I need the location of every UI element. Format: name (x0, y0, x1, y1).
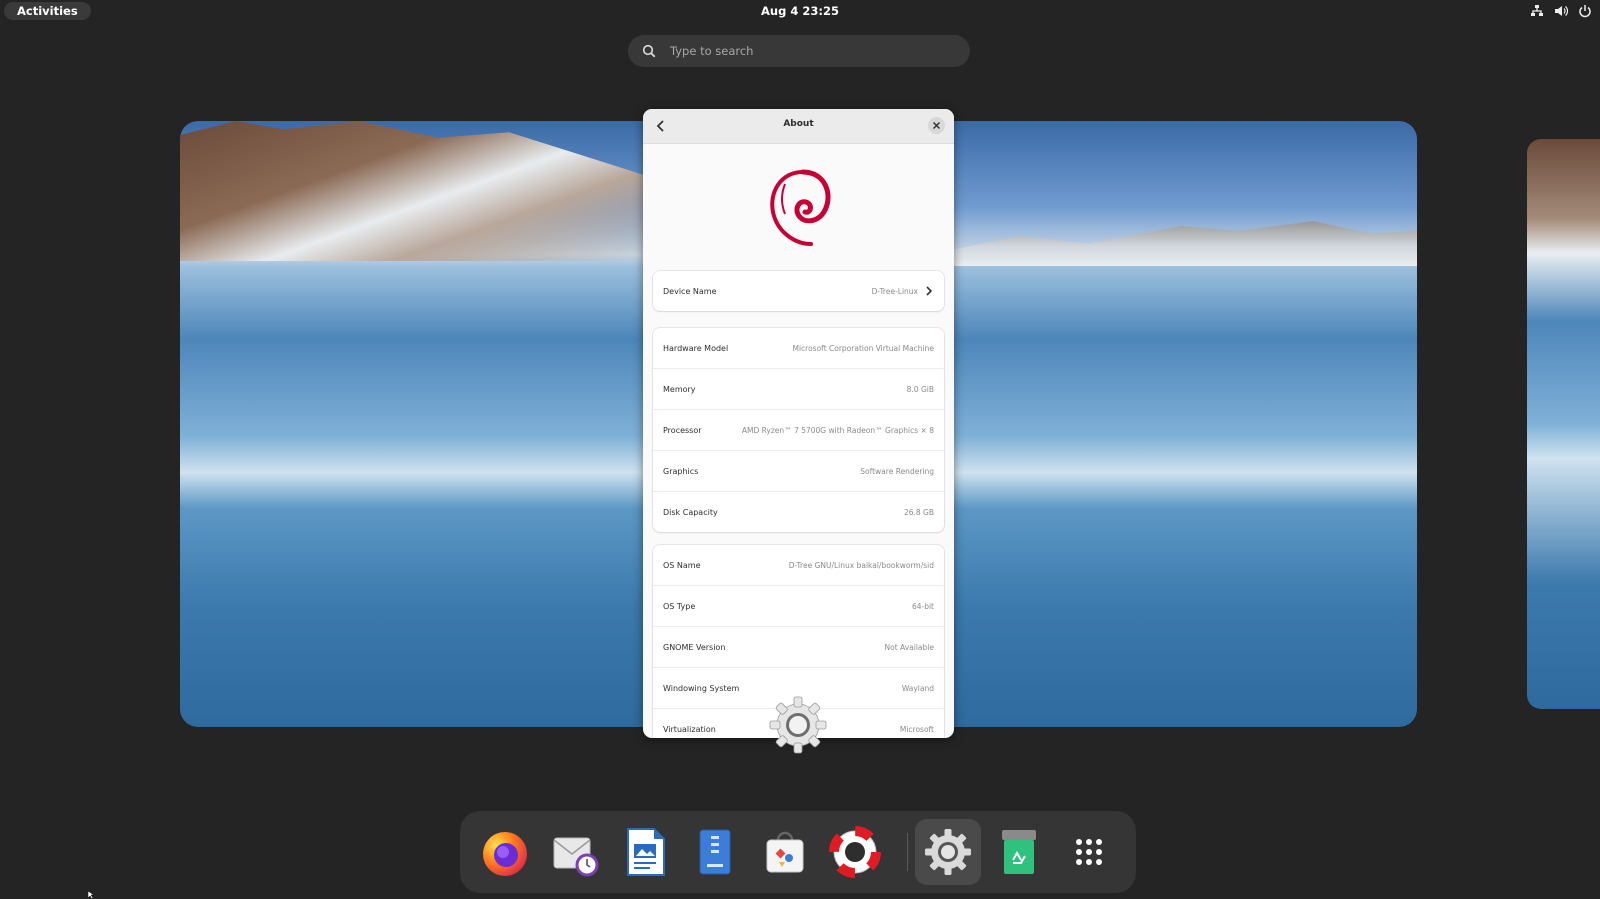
software-row-os-name[interactable]: OS Name D-Tree GNU/Linux baikal/bookworm… (653, 545, 944, 586)
row-label: Graphics (663, 466, 699, 476)
software-row-gnome-version[interactable]: GNOME Version Not Available (653, 627, 944, 668)
row-label: Memory (663, 384, 696, 394)
row-value: D-Tree GNU/Linux baikal/bookworm/sid (788, 560, 934, 570)
settings-window-badge-icon (769, 696, 827, 754)
software-row-os-type[interactable]: OS Type 64-bit (653, 586, 944, 627)
window-header: About (643, 109, 954, 144)
row-value: Wayland (901, 683, 934, 693)
row-value: Software Rendering (860, 466, 934, 476)
dock-item-show-apps[interactable] (1056, 819, 1122, 885)
network-icon[interactable] (1530, 3, 1544, 17)
evolution-mail-icon (553, 837, 599, 877)
row-label: Virtualization (663, 724, 716, 734)
clock-label[interactable]: Aug 4 23:25 (761, 4, 839, 18)
row-label: GNOME Version (663, 642, 726, 652)
dock-item-mail[interactable] (542, 819, 608, 885)
dock-item-software[interactable] (752, 819, 818, 885)
clock: Aug 4 23:25 (0, 3, 1600, 19)
hardware-row-hardware-model[interactable]: Hardware Model Microsoft Corporation Vir… (653, 328, 944, 369)
search-bar[interactable] (628, 35, 970, 67)
row-value: D-Tree-Linux (871, 286, 918, 296)
search-icon (642, 44, 656, 58)
row-value: Microsoft Corporation Virtual Machine (792, 343, 935, 353)
row-value: 64-bit (911, 601, 934, 611)
help-icon (829, 826, 881, 878)
settings-icon (925, 829, 971, 875)
wallpaper-mountains-right (947, 221, 1417, 266)
file-archiver-icon (699, 829, 731, 875)
power-icon[interactable] (1578, 3, 1592, 18)
dock (460, 811, 1136, 893)
firefox-icon (483, 832, 527, 876)
row-label: Disk Capacity (663, 507, 718, 517)
row-value: 8.0 GiB (906, 384, 934, 394)
window-title: About (783, 119, 814, 129)
close-button[interactable] (928, 117, 945, 134)
dock-item-archive[interactable] (682, 819, 748, 885)
show-apps-icon (1076, 839, 1102, 865)
dock-item-settings[interactable] (915, 819, 981, 885)
row-label: Processor (663, 425, 702, 435)
row-label: Hardware Model (663, 343, 729, 353)
trash-icon (1002, 830, 1036, 874)
wallpaper-mountains-left (180, 121, 650, 261)
volume-icon[interactable] (1554, 3, 1569, 17)
row-value: 26.8 GB (903, 507, 934, 517)
dock-item-trash[interactable] (986, 819, 1052, 885)
activities-button[interactable]: Activities (4, 2, 91, 20)
chevron-left-icon (656, 120, 664, 132)
libreoffice-impress-icon (627, 828, 665, 876)
row-label: OS Name (663, 560, 701, 570)
dock-item-help[interactable] (822, 819, 888, 885)
hardware-card: Hardware Model Microsoft Corporation Vir… (653, 328, 944, 532)
hardware-row-disk-capacity[interactable]: Disk Capacity 26.8 GB (653, 492, 944, 532)
chevron-right-icon (926, 286, 933, 296)
dock-separator (907, 833, 908, 871)
row-label: OS Type (663, 601, 696, 611)
close-icon (932, 121, 941, 130)
dock-item-impress[interactable] (612, 819, 678, 885)
row-value: Not Available (884, 642, 934, 652)
row-value: AMD Ryzen™ 7 5700G with Radeon™ Graphics… (741, 425, 934, 435)
device-name-row[interactable]: Device Name D-Tree-Linux (653, 271, 944, 311)
system-tray[interactable] (1530, 3, 1592, 18)
row-value: Microsoft (899, 724, 934, 734)
about-window[interactable]: About Device Name D-Tree-Linux Hardware … (643, 109, 954, 738)
hardware-row-memory[interactable]: Memory 8.0 GiB (653, 369, 944, 410)
software-store-icon (766, 831, 804, 873)
dock-item-firefox[interactable] (472, 819, 538, 885)
next-workspace-preview[interactable] (1527, 139, 1600, 709)
hardware-row-processor[interactable]: Processor AMD Ryzen™ 7 5700G with Radeon… (653, 410, 944, 451)
search-input[interactable] (668, 43, 942, 59)
hardware-row-graphics[interactable]: Graphics Software Rendering (653, 451, 944, 492)
top-bar: Activities Aug 4 23:25 (0, 0, 1600, 22)
row-label: Windowing System (663, 683, 740, 693)
device-card[interactable]: Device Name D-Tree-Linux (653, 271, 944, 311)
back-button[interactable] (651, 116, 671, 136)
debian-logo-icon (770, 169, 831, 246)
row-label: Device Name (663, 286, 717, 296)
